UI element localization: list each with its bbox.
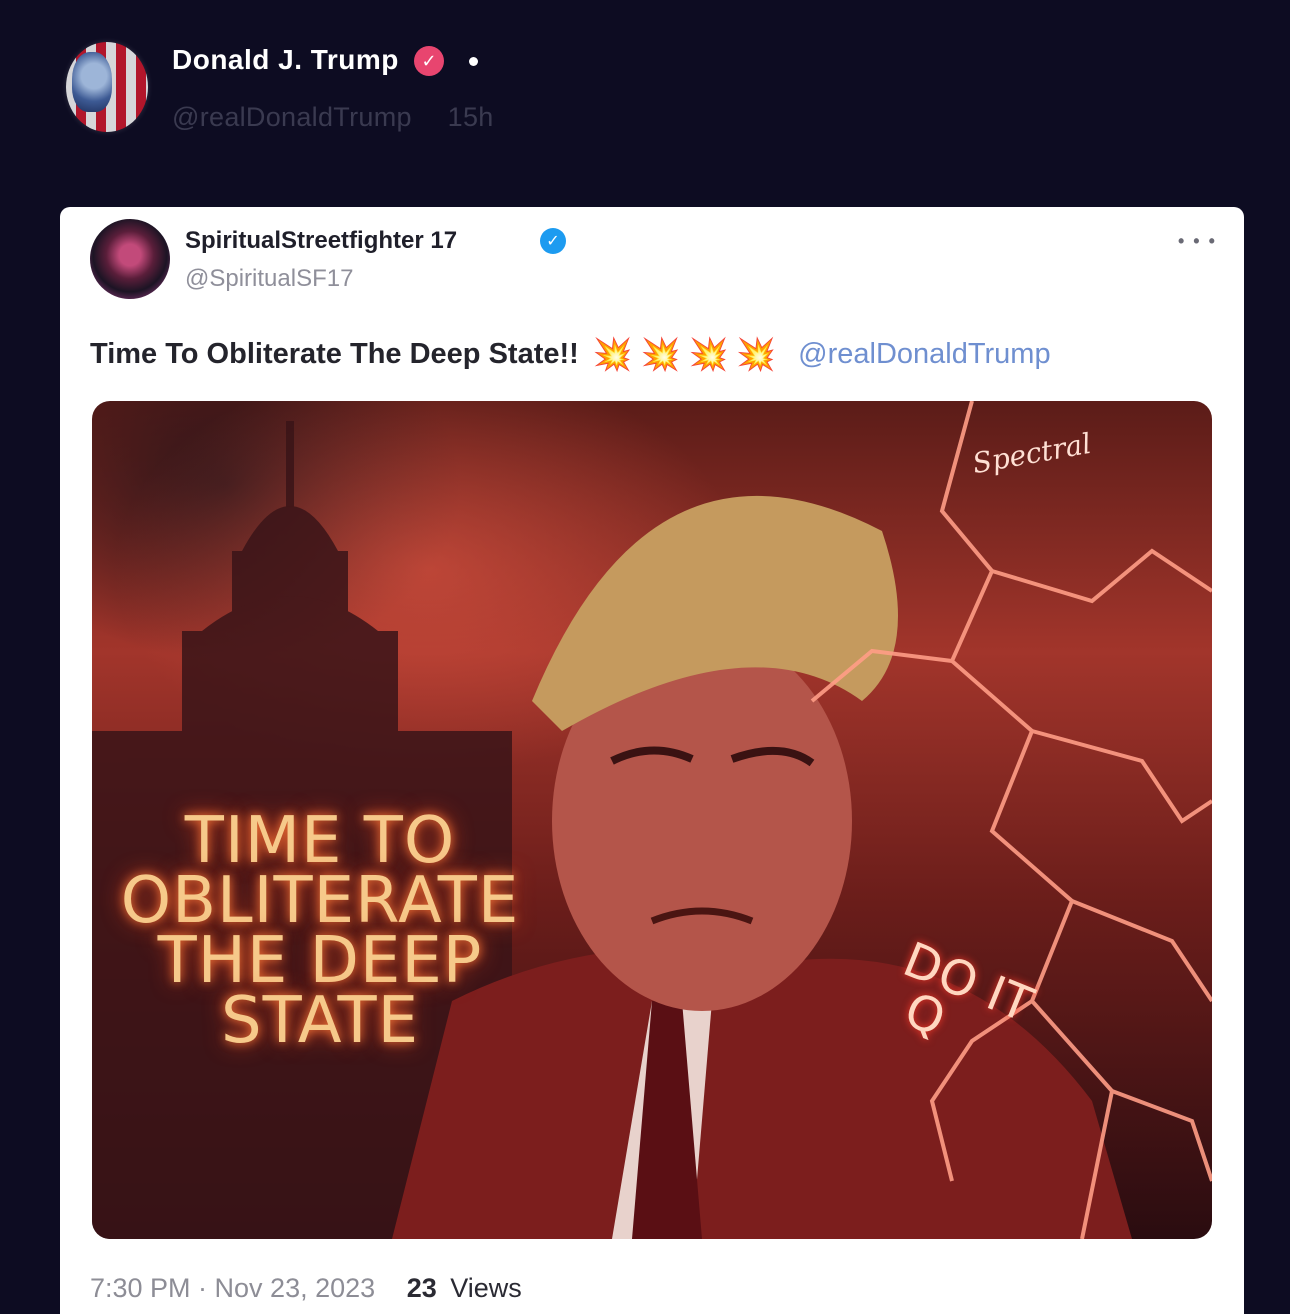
- poster-line: THE DEEP: [157, 924, 483, 998]
- post-image[interactable]: Spectral TIME TO OBLITERATE THE DEEP STA…: [92, 401, 1212, 1239]
- poster-headline: TIME TO OBLITERATE THE DEEP STATE: [100, 804, 540, 1058]
- post-age: 15h: [447, 102, 494, 132]
- post-screenshot: Donald J. Trump ✓ @realDonaldTrump 15h S…: [0, 0, 1290, 1314]
- quoted-author-handle[interactable]: @SpiritualSF17: [185, 265, 353, 293]
- post-text: Time To Obliterate The Deep State!!: [90, 337, 579, 370]
- author-name[interactable]: Donald J. Trump: [172, 44, 399, 76]
- poster-line: TIME TO: [184, 804, 456, 878]
- poster-line: OBLITERATE: [120, 864, 520, 938]
- author-handle-row: @realDonaldTrump 15h: [172, 102, 494, 133]
- quoted-post-card[interactable]: SpiritualStreetfighter 17 ✓ @SpiritualSF…: [60, 207, 1244, 1314]
- explosion-icon: 💥: [592, 336, 633, 372]
- verified-badge-icon: ✓: [540, 228, 566, 254]
- post-metadata: 7:30 PM · Nov 23, 2023 23 Views: [90, 1273, 522, 1304]
- verified-badge-icon: ✓: [414, 46, 444, 76]
- author-avatar[interactable]: [66, 42, 148, 132]
- author-handle[interactable]: @realDonaldTrump: [172, 102, 412, 132]
- mention-link[interactable]: @realDonaldTrump: [798, 338, 1050, 371]
- explosion-icon: 💥: [736, 336, 777, 372]
- poster-line: STATE: [220, 984, 420, 1058]
- views-count: 23: [406, 1273, 437, 1303]
- post-timestamp[interactable]: 7:30 PM · Nov 23, 2023: [90, 1273, 375, 1303]
- more-options-icon[interactable]: • • •: [1178, 231, 1217, 252]
- explosion-icon: 💥: [640, 336, 681, 372]
- emoji-group: 💥 💥 💥 💥: [593, 335, 776, 373]
- quoted-author-name[interactable]: SpiritualStreetfighter 17: [185, 227, 457, 255]
- views-label: Views: [450, 1273, 522, 1303]
- quoted-post-text: Time To Obliterate The Deep State!! 💥 💥 …: [90, 335, 1051, 373]
- explosion-icon: 💥: [688, 336, 729, 372]
- avatar-portrait: [72, 52, 112, 112]
- quoted-author-avatar[interactable]: [90, 219, 170, 299]
- separator-dot: [469, 57, 478, 66]
